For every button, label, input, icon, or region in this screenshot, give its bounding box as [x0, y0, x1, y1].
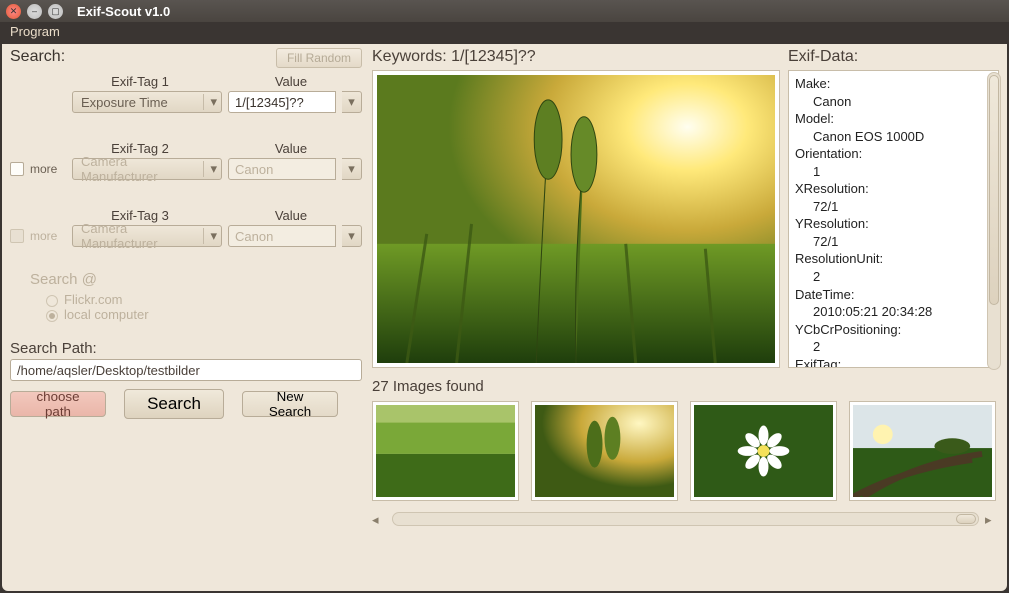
thumbnail-strip [372, 401, 999, 501]
exif-tag2-dropdown: Camera Manufacturer ▾ [72, 158, 222, 180]
choose-path-button[interactable]: choose path [10, 391, 106, 417]
radio-local: local computer [46, 307, 362, 322]
scrollbar-vertical[interactable] [987, 72, 1001, 370]
exif-key: Model: [795, 110, 996, 128]
search-path-label: Search Path: [10, 340, 362, 357]
search-panel: Search: Fill Random Exif-Tag 1 Value Exp… [10, 48, 362, 583]
scroll-left-icon[interactable]: ◂ [372, 512, 386, 526]
search-heading: Search: [10, 48, 65, 66]
fill-random-button[interactable]: Fill Random [276, 48, 362, 68]
value1-label: Value [220, 74, 362, 89]
scrollbar-track[interactable] [392, 512, 979, 526]
search-path-input[interactable]: /home/aqsler/Desktop/testbilder [10, 359, 362, 381]
keywords-label: Keywords: 1/[12345]?? [372, 48, 780, 66]
exif-key: XResolution: [795, 180, 996, 198]
search-at-group: Search @ Flickr.com local computer [30, 271, 362, 322]
more3-label: more [30, 229, 66, 243]
chevron-down-icon: ▾ [203, 228, 217, 244]
scrollbar-thumb[interactable] [956, 514, 976, 524]
new-search-button[interactable]: New Search [242, 391, 338, 417]
exif-tag3-dropdown: Camera Manufacturer ▾ [72, 225, 222, 247]
radio-flickr: Flickr.com [46, 292, 362, 307]
menu-program[interactable]: Program [10, 24, 60, 39]
titlebar: ✕ – ▢ Exif-Scout v1.0 [0, 0, 1009, 22]
thumbnail[interactable] [372, 401, 519, 501]
exif-value: Canon EOS 1000D [813, 128, 996, 146]
maximize-icon[interactable]: ▢ [48, 4, 63, 19]
exif-key: ResolutionUnit: [795, 250, 996, 268]
exif-key: ExifTag: [795, 356, 996, 368]
exif-value: 2010:05:21 20:34:28 [813, 303, 996, 321]
exif-key: YResolution: [795, 215, 996, 233]
exif-value: 72/1 [813, 233, 996, 251]
chevron-down-icon: ▾ [203, 161, 217, 177]
chevron-down-icon: ▾ [203, 94, 217, 110]
chevron-down-icon: ▾ [342, 225, 362, 247]
thumbnail[interactable] [690, 401, 837, 501]
value1-input[interactable]: 1/[12345]?? [228, 91, 336, 113]
thumbnail[interactable] [531, 401, 678, 501]
close-icon[interactable]: ✕ [6, 4, 21, 19]
exif-value: 2 [813, 268, 996, 286]
window-title: Exif-Scout v1.0 [77, 4, 170, 19]
search-at-label: Search @ [30, 271, 362, 288]
chevron-down-icon: ▾ [342, 158, 362, 180]
exif-tag1-dropdown[interactable]: Exposure Time ▾ [72, 91, 222, 113]
value3-label: Value [220, 208, 362, 223]
preview-image[interactable] [372, 70, 780, 368]
exif-key: Make: [795, 75, 996, 93]
exif-heading: Exif-Data: [788, 48, 999, 66]
exif-value: 72/1 [813, 198, 996, 216]
value2-input: Canon [228, 158, 336, 180]
exif-value: 1 [813, 163, 996, 181]
exif-key: DateTime: [795, 286, 996, 304]
chevron-down-icon[interactable]: ▾ [342, 91, 362, 113]
exif-value: 2 [813, 338, 996, 356]
scroll-right-icon[interactable]: ▸ [985, 512, 999, 526]
more2-checkbox[interactable] [10, 162, 24, 176]
exif-key: Orientation: [795, 145, 996, 163]
search-button[interactable]: Search [124, 389, 224, 419]
thumbnail[interactable] [849, 401, 996, 501]
menubar: Program [0, 22, 1009, 44]
wheat-sunset-image [377, 75, 775, 363]
exif-key: YCbCrPositioning: [795, 321, 996, 339]
minimize-icon[interactable]: – [27, 4, 42, 19]
value2-label: Value [220, 141, 362, 156]
exif-data-list[interactable]: Make:CanonModel:Canon EOS 1000DOrientati… [788, 70, 999, 368]
scrollbar-horizontal[interactable]: ◂ ▸ [372, 511, 999, 527]
value3-input: Canon [228, 225, 336, 247]
scrollbar-thumb[interactable] [989, 75, 999, 305]
app-body: Search: Fill Random Exif-Tag 1 Value Exp… [2, 44, 1007, 591]
exif-tag1-label: Exif-Tag 1 [60, 74, 220, 89]
more3-checkbox [10, 229, 24, 243]
exif-value: Canon [813, 93, 996, 111]
results-panel: Keywords: 1/[12345]?? [372, 48, 999, 583]
images-found-label: 27 Images found [372, 378, 999, 395]
more2-label: more [30, 162, 66, 176]
